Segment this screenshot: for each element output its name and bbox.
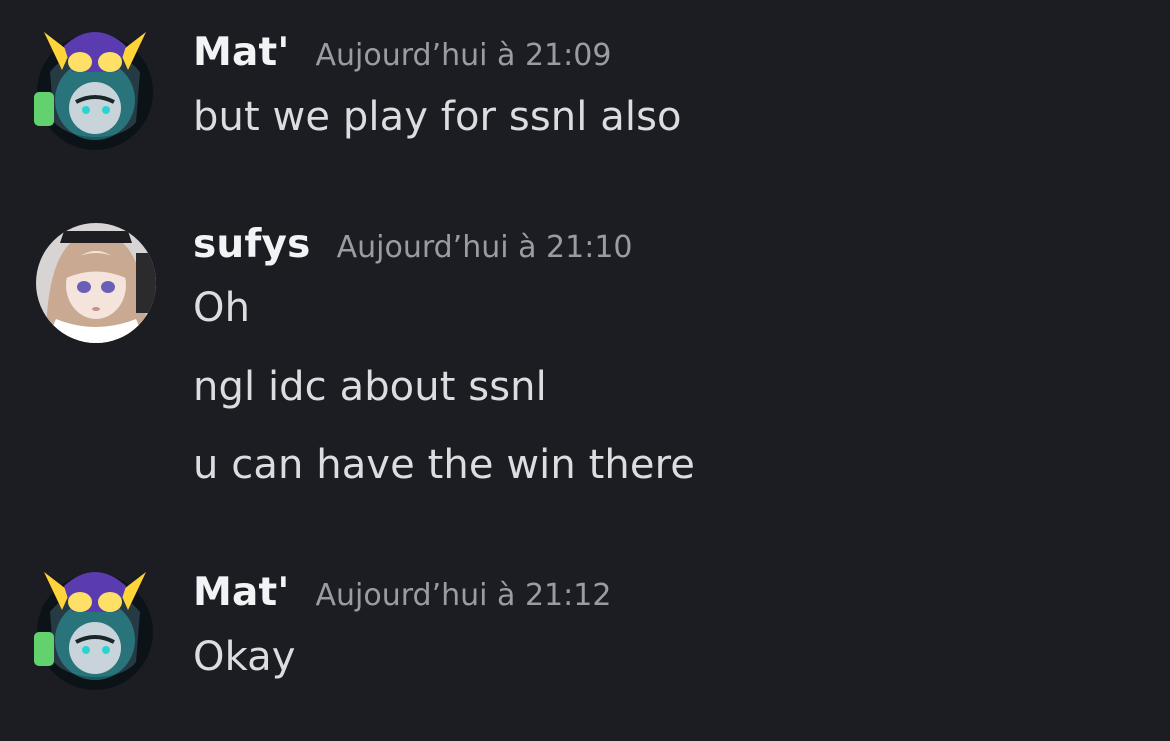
message-text: Oh	[193, 285, 251, 331]
message-header: Mat' Aujourd’hui à 21:09	[193, 30, 611, 75]
message-text: Okay	[193, 634, 296, 680]
message-header: Mat' Aujourd’hui à 21:12	[193, 570, 611, 615]
username[interactable]: sufys	[193, 222, 311, 267]
message-text: u can have the win there	[193, 442, 695, 488]
username[interactable]: Mat'	[193, 570, 290, 615]
timestamp: Aujourd’hui à 21:10	[336, 230, 633, 265]
owl-mask-avatar-icon[interactable]	[26, 22, 164, 154]
username[interactable]: Mat'	[193, 30, 290, 75]
anime-girl-avatar-icon[interactable]	[36, 223, 156, 343]
chat-message-list: Mat' Aujourd’hui à 21:09 but we play for…	[0, 0, 1170, 741]
owl-mask-avatar-icon[interactable]	[26, 562, 164, 694]
timestamp: Aujourd’hui à 21:12	[315, 578, 612, 613]
timestamp: Aujourd’hui à 21:09	[315, 38, 612, 73]
message-header: sufys Aujourd’hui à 21:10	[193, 222, 633, 267]
message-text: ngl idc about ssnl	[193, 364, 547, 410]
message-text: but we play for ssnl also	[193, 94, 682, 140]
